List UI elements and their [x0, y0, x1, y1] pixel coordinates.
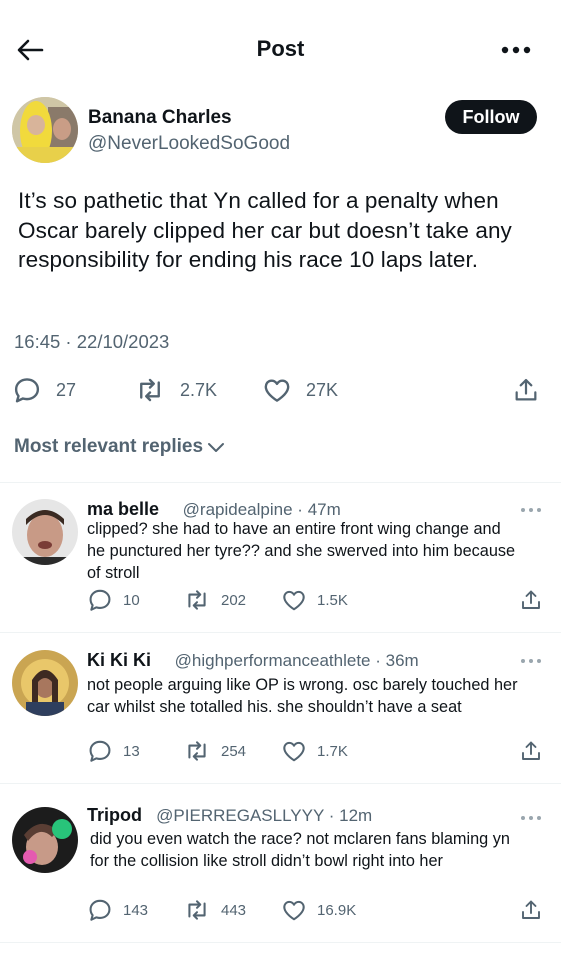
reply-author-name[interactable]: Tripod	[87, 805, 142, 825]
replies-filter[interactable]: Most relevant replies	[14, 436, 225, 458]
share-button[interactable]	[519, 587, 553, 613]
share-icon	[522, 900, 540, 919]
chevron-down-icon	[208, 443, 225, 452]
reply-text: not people arguing like OP is wrong. osc…	[87, 676, 518, 716]
avatar[interactable]	[12, 807, 78, 873]
more-icon[interactable]	[519, 813, 543, 823]
like-icon	[283, 741, 305, 762]
divider	[0, 482, 561, 483]
author-name[interactable]: Banana Charles	[88, 107, 232, 129]
divider	[0, 783, 561, 784]
post-author: Banana Charles @NeverLookedSoGood Follow	[12, 95, 549, 165]
reply-button[interactable]: 13	[87, 738, 140, 764]
post-actions: 27 2.7K 27K	[12, 372, 547, 408]
divider	[0, 632, 561, 633]
repost-button[interactable]: 254	[183, 738, 246, 764]
reply-header: Tripod @PIERREGASLLYYY · 12m	[87, 805, 373, 825]
avatar[interactable]	[12, 499, 78, 565]
reply-author-handle[interactable]: @PIERREGASLLYYY	[156, 806, 324, 825]
repost-icon	[188, 741, 206, 761]
repost-button[interactable]: 202	[183, 587, 246, 613]
reply-header: ma belle @rapidealpine · 47m	[87, 499, 341, 519]
like-count: 1.7K	[317, 742, 348, 760]
repost-icon	[140, 378, 160, 402]
reply-author-handle[interactable]: @rapidealpine	[183, 500, 293, 519]
like-icon	[283, 900, 305, 921]
share-button[interactable]	[512, 372, 554, 408]
reply-count: 13	[123, 742, 140, 760]
page-title: Post	[256, 36, 305, 61]
repost-count: 443	[221, 901, 247, 919]
share-button[interactable]	[519, 738, 553, 764]
top-bar: Post	[0, 0, 561, 100]
follow-button[interactable]: Follow	[445, 100, 537, 134]
like-button[interactable]: 1.7K	[281, 738, 348, 764]
reply-actions: 10 202 1.5K	[87, 587, 547, 613]
repost-button[interactable]: 2.7K	[134, 372, 217, 408]
repost-count: 254	[221, 742, 247, 760]
like-count: 27K	[306, 379, 339, 400]
reply-count: 10	[123, 591, 140, 609]
avatar[interactable]	[12, 97, 78, 163]
share-icon	[522, 590, 540, 609]
reply-button[interactable]: 27	[12, 372, 76, 408]
like-icon	[264, 379, 290, 402]
reply-icon	[89, 740, 111, 762]
repost-icon	[188, 900, 206, 920]
reply-text: did you even watch the race? not mclaren…	[90, 830, 510, 870]
post-text: It’s so pathetic that Yn called for a pe…	[18, 188, 512, 272]
more-icon[interactable]	[519, 505, 543, 515]
repost-count: 202	[221, 591, 247, 609]
reply-age: 12m	[339, 806, 373, 825]
divider	[0, 942, 561, 943]
reply-author-name[interactable]: ma belle	[87, 499, 159, 519]
reply-author-handle[interactable]: @highperformanceathlete	[175, 651, 371, 670]
like-count: 16.9K	[317, 901, 357, 919]
reply-item[interactable]: Tripod @PIERREGASLLYYY · 12m did you eve…	[0, 805, 561, 935]
like-button[interactable]: 27K	[262, 372, 338, 408]
more-options-button[interactable]	[499, 36, 533, 64]
like-count: 1.5K	[317, 591, 348, 609]
share-icon	[522, 741, 540, 760]
reply-button[interactable]: 143	[87, 897, 148, 923]
repost-count: 2.7K	[180, 379, 218, 400]
like-button[interactable]: 16.9K	[281, 897, 356, 923]
repost-button[interactable]: 443	[183, 897, 246, 923]
reply-age: 36m	[385, 651, 419, 670]
more-icon[interactable]	[519, 656, 543, 666]
post-timestamp: 16:45 · 22/10/2023	[14, 331, 170, 352]
reply-actions: 143 443 16.9K	[87, 897, 547, 923]
repost-icon	[188, 590, 206, 610]
replies-filter-label: Most relevant replies	[14, 436, 204, 457]
share-icon	[515, 378, 537, 401]
reply-age: 47m	[307, 500, 341, 519]
like-icon	[283, 590, 305, 611]
reply-count: 143	[123, 901, 149, 919]
avatar[interactable]	[12, 650, 78, 716]
reply-icon	[14, 378, 40, 403]
author-handle[interactable]: @NeverLookedSoGood	[88, 133, 290, 155]
reply-item[interactable]: ma belle @rapidealpine · 47m clipped? sh…	[0, 497, 561, 629]
reply-text: clipped? she had to have an entire front…	[87, 520, 516, 582]
reply-item[interactable]: Ki Ki Ki @highperformanceathlete · 36m n…	[0, 648, 561, 782]
reply-header: Ki Ki Ki @highperformanceathlete · 36m	[87, 650, 419, 670]
post-time: 16:45	[14, 331, 61, 352]
reply-icon	[89, 899, 111, 921]
post-date: 22/10/2023	[76, 331, 170, 352]
reply-count: 27	[56, 379, 77, 400]
share-button[interactable]	[519, 897, 553, 923]
reply-actions: 13 254 1.7K	[87, 738, 547, 764]
reply-author-name[interactable]: Ki Ki Ki	[87, 650, 151, 670]
more-icon	[501, 46, 531, 54]
reply-icon	[89, 589, 111, 611]
reply-button[interactable]: 10	[87, 587, 140, 613]
like-button[interactable]: 1.5K	[281, 587, 348, 613]
